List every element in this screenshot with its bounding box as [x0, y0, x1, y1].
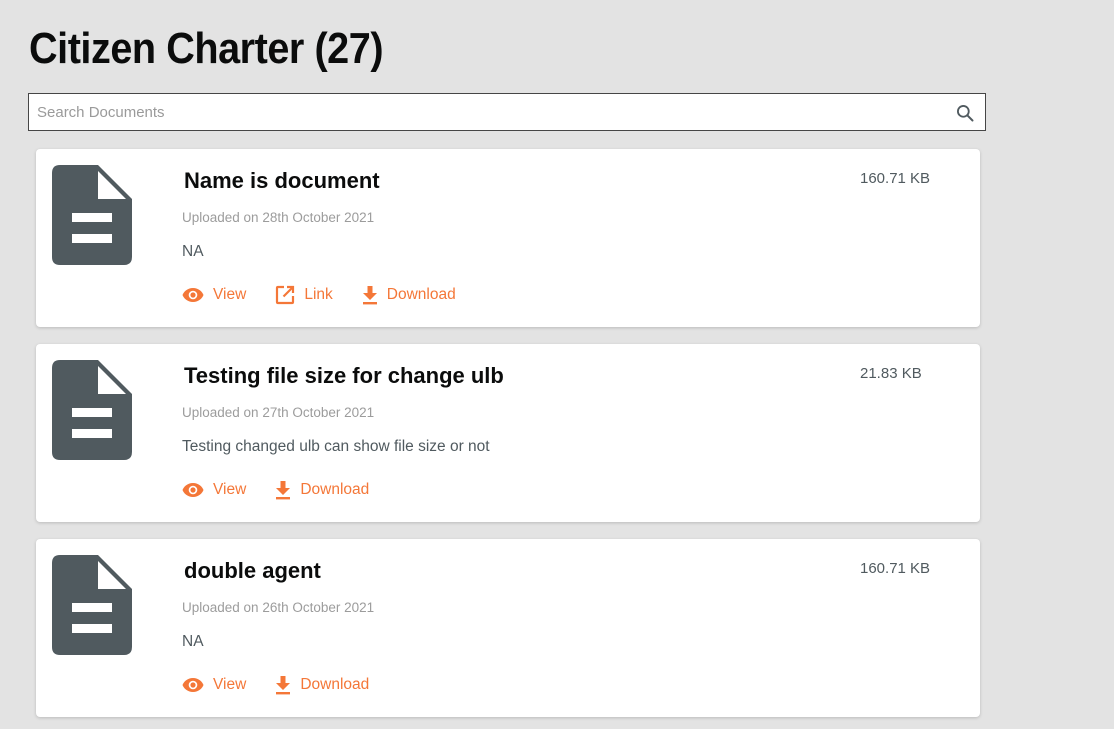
document-card: Name is document 160.71 KB Uploaded on 2…	[36, 149, 980, 327]
external-link-icon	[276, 285, 295, 305]
document-size: 160.71 KB	[860, 560, 931, 577]
download-button[interactable]: Download	[362, 285, 456, 305]
search-icon[interactable]	[955, 103, 975, 123]
download-label: Download	[386, 286, 456, 303]
document-upload-date: Uploaded on 28th October 2021	[182, 210, 375, 225]
download-button[interactable]: Download	[275, 480, 369, 500]
download-icon	[276, 481, 291, 500]
document-actions: View Download	[182, 674, 398, 696]
view-label: View	[213, 286, 247, 303]
document-upload-date: Uploaded on 27th October 2021	[182, 405, 375, 420]
view-button[interactable]: View	[182, 676, 246, 694]
document-card: Testing file size for change ulb 21.83 K…	[36, 344, 980, 522]
view-label: View	[213, 481, 247, 498]
document-size: 21.83 KB	[860, 365, 922, 382]
eye-icon	[182, 483, 204, 497]
document-description: NA	[182, 243, 204, 260]
document-upload-date: Uploaded on 26th October 2021	[182, 600, 375, 615]
document-description: Testing changed ulb can show file size o…	[182, 438, 490, 455]
eye-icon	[182, 288, 204, 302]
document-card: double agent 160.71 KB Uploaded on 26th …	[36, 539, 980, 717]
view-label: View	[213, 676, 247, 693]
download-label: Download	[300, 676, 370, 693]
document-icon	[52, 555, 132, 655]
download-button[interactable]: Download	[275, 675, 369, 695]
document-description: NA	[182, 633, 204, 650]
download-icon	[362, 286, 377, 305]
eye-icon	[182, 678, 204, 692]
download-label: Download	[300, 481, 370, 498]
document-title: Name is document	[184, 168, 380, 193]
search-input[interactable]	[29, 94, 947, 130]
document-title: double agent	[184, 558, 321, 583]
document-icon	[52, 360, 132, 460]
document-icon	[52, 165, 132, 265]
view-button[interactable]: View	[182, 481, 246, 499]
document-size: 160.71 KB	[860, 170, 931, 187]
page-title: Citizen Charter (27)	[29, 24, 384, 73]
link-label: Link	[304, 286, 333, 303]
search-bar	[28, 93, 986, 131]
document-actions: View Link Download	[182, 284, 485, 306]
download-icon	[276, 676, 291, 695]
view-button[interactable]: View	[182, 286, 246, 304]
document-title: Testing file size for change ulb	[184, 363, 504, 388]
link-button[interactable]: Link	[275, 285, 333, 305]
document-actions: View Download	[182, 479, 398, 501]
